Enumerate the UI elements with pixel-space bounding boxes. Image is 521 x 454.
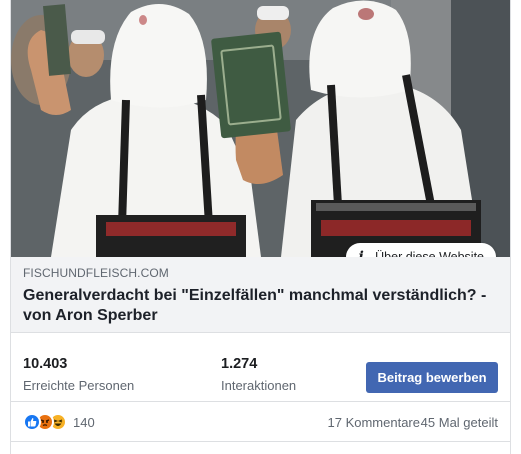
- shares-count[interactable]: 45 Mal geteilt: [421, 415, 498, 430]
- reach-stat: 10.403 Erreichte Personen: [23, 356, 134, 393]
- boost-post-button[interactable]: Beitrag bewerben: [366, 362, 498, 393]
- link-title[interactable]: Generalverdacht bei "Einzelfällen" manch…: [23, 286, 498, 326]
- link-meta[interactable]: FISCHUNDFLEISCH.COM Generalverdacht bei …: [11, 257, 510, 333]
- like-icon: [23, 413, 41, 431]
- preview-photo: [11, 0, 510, 257]
- engagement-stat: 1.274 Interaktionen: [221, 356, 296, 393]
- post-insights: 10.403 Erreichte Personen 1.274 Interakt…: [11, 334, 510, 402]
- reach-label: Erreichte Personen: [23, 378, 135, 393]
- engagement-value: 1.274: [221, 356, 258, 372]
- reach-value: 10.403: [23, 356, 68, 372]
- reaction-count[interactable]: 140: [73, 415, 95, 430]
- comments-count[interactable]: 17 Kommentare: [328, 415, 421, 430]
- reaction-icons[interactable]: [23, 413, 67, 431]
- link-domain: FISCHUNDFLEISCH.COM: [23, 266, 169, 280]
- reactions-bar: 140 17 Kommentare 45 Mal geteilt: [11, 402, 510, 442]
- post-card: i Über diese Website FISCHUNDFLEISCH.COM…: [10, 0, 511, 454]
- engagement-label: Interaktionen: [221, 378, 297, 393]
- link-preview-image[interactable]: [11, 0, 510, 257]
